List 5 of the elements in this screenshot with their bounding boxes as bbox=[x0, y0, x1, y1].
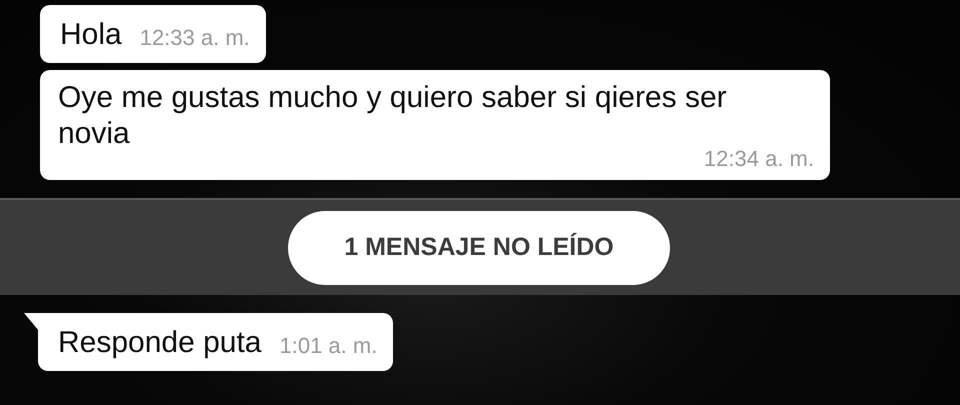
unread-label: 1 MENSAJE NO LEÍDO bbox=[288, 210, 670, 284]
message-time: 1:01 a. m. bbox=[280, 333, 378, 359]
message-time: 12:33 a. m. bbox=[140, 25, 250, 51]
message-text: Hola bbox=[60, 17, 122, 53]
message-text: Responde puta bbox=[58, 325, 262, 361]
